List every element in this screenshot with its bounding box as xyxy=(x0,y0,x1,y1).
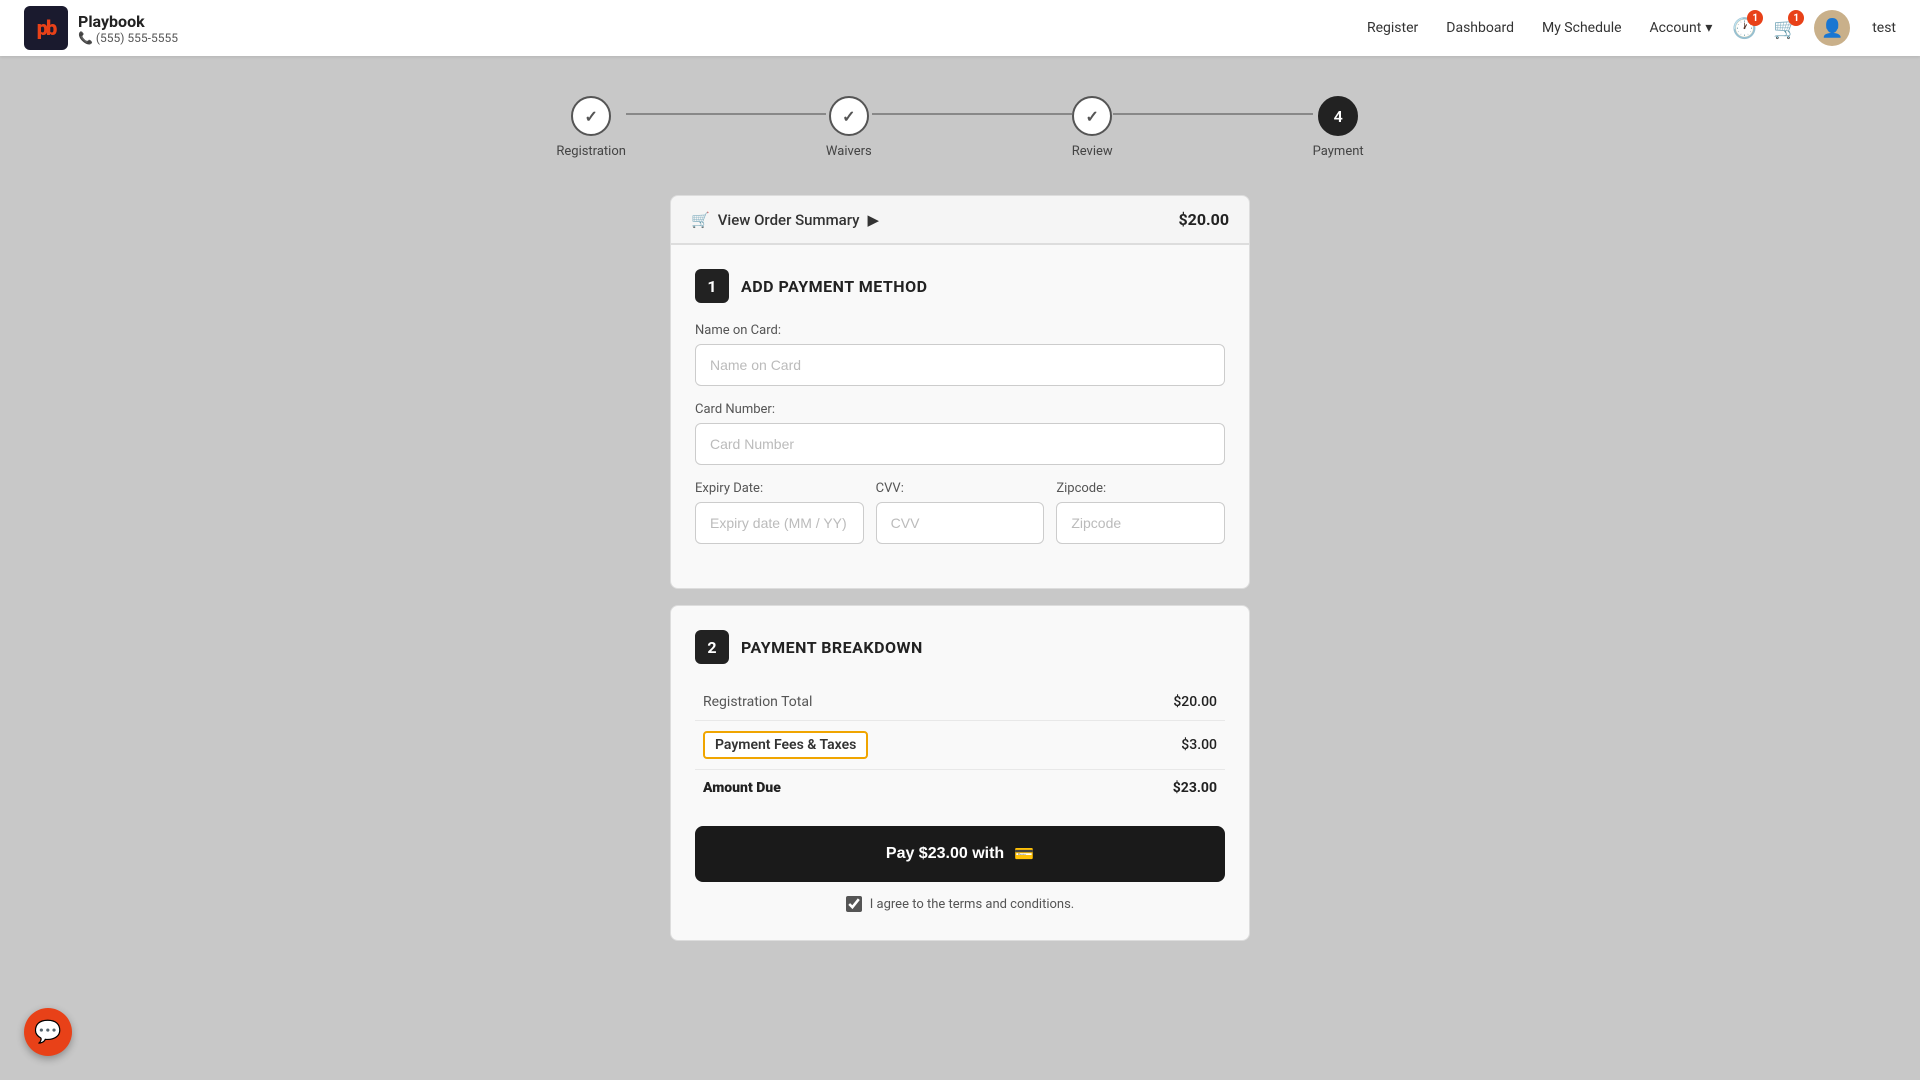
step-circle-waivers: ✓ xyxy=(829,96,869,136)
zipcode-label: Zipcode: xyxy=(1056,481,1225,496)
step-label-registration: Registration xyxy=(556,144,626,159)
order-total-amount: $20.00 xyxy=(1178,210,1229,229)
terms-label: I agree to the terms and conditions. xyxy=(870,897,1074,912)
avatar[interactable]: 👤 xyxy=(1814,10,1850,46)
logo-area: pb Playbook 📞 (555) 555-5555 xyxy=(24,6,178,50)
expiry-input[interactable] xyxy=(695,502,864,544)
step-review: ✓ Review xyxy=(1072,96,1113,159)
page-background: ✓ Registration ✓ Waivers ✓ Review 4 Paym… xyxy=(0,56,1920,1080)
chat-button[interactable]: 💬 xyxy=(24,1008,72,1056)
step-registration: ✓ Registration xyxy=(556,96,626,159)
payment-method-section: 1 ADD PAYMENT METHOD Name on Card: Card … xyxy=(670,244,1250,589)
table-row-amount-due: Amount Due $23.00 xyxy=(695,770,1225,807)
header: pb Playbook 📞 (555) 555-5555 Register Da… xyxy=(0,0,1920,56)
breakdown-label-due: Amount Due xyxy=(695,770,1093,807)
step-circle-review: ✓ xyxy=(1072,96,1112,136)
payment-method-title: ADD PAYMENT METHOD xyxy=(741,277,928,296)
notifications-badge: 1 xyxy=(1747,10,1763,26)
pay-button-label: Pay $23.00 with xyxy=(886,845,1004,863)
expiry-group: Expiry Date: xyxy=(695,481,864,544)
cart-badge: 1 xyxy=(1788,10,1804,26)
brand-info: Playbook 📞 (555) 555-5555 xyxy=(78,12,178,45)
brand-name: Playbook xyxy=(78,12,178,31)
name-on-card-input[interactable] xyxy=(695,344,1225,386)
step-line-3 xyxy=(1113,113,1313,115)
payment-breakdown-header: 2 PAYMENT BREAKDOWN xyxy=(695,630,1225,664)
step-waivers: ✓ Waivers xyxy=(826,96,872,159)
chat-icon: 💬 xyxy=(34,1020,61,1045)
step-label-payment: Payment xyxy=(1313,144,1364,159)
breakdown-value-due: $23.00 xyxy=(1093,770,1225,807)
order-summary-label: View Order Summary xyxy=(718,211,860,229)
nav-dashboard[interactable]: Dashboard xyxy=(1446,20,1514,36)
step-label-waivers: Waivers xyxy=(826,144,872,159)
pay-button[interactable]: Pay $23.00 with 💳 xyxy=(695,826,1225,882)
user-name: test xyxy=(1872,20,1896,36)
card-number-label: Card Number: xyxy=(695,402,1225,417)
payment-method-header: 1 ADD PAYMENT METHOD xyxy=(695,269,1225,303)
breakdown-label-fees: Payment Fees & Taxes xyxy=(695,721,1093,770)
nav-account[interactable]: Account ▾ xyxy=(1650,20,1713,36)
header-icons: 🕐 1 🛒 1 👤 test xyxy=(1732,10,1896,46)
terms-row: I agree to the terms and conditions. xyxy=(695,896,1225,912)
cvv-group: CVV: xyxy=(876,481,1045,544)
table-row: Registration Total $20.00 xyxy=(695,684,1225,721)
nav: Register Dashboard My Schedule Account ▾ xyxy=(1367,20,1712,36)
phone-number: 📞 (555) 555-5555 xyxy=(78,31,178,45)
step-line-1 xyxy=(626,113,826,115)
payment-breakdown-title: PAYMENT BREAKDOWN xyxy=(741,638,923,657)
content-wrapper: 🛒 View Order Summary ▶ $20.00 1 ADD PAYM… xyxy=(670,195,1250,941)
card-details-row: Expiry Date: CVV: Zipcode: xyxy=(695,481,1225,560)
nav-my-schedule[interactable]: My Schedule xyxy=(1542,20,1622,36)
section-number-1: 1 xyxy=(695,269,729,303)
cvv-input[interactable] xyxy=(876,502,1045,544)
step-label-review: Review xyxy=(1072,144,1113,159)
terms-checkbox[interactable] xyxy=(846,896,862,912)
breakdown-value-fees: $3.00 xyxy=(1093,721,1225,770)
payment-breakdown-section: 2 PAYMENT BREAKDOWN Registration Total $… xyxy=(670,605,1250,941)
notifications-icon[interactable]: 🕐 1 xyxy=(1732,16,1757,40)
section-number-2: 2 xyxy=(695,630,729,664)
cart-icon[interactable]: 🛒 1 xyxy=(1773,16,1798,40)
step-line-2 xyxy=(872,113,1072,115)
breakdown-value-registration: $20.00 xyxy=(1093,684,1225,721)
logo-icon: pb xyxy=(24,6,68,50)
step-circle-registration: ✓ xyxy=(571,96,611,136)
expiry-label: Expiry Date: xyxy=(695,481,864,496)
pay-card-icon: 💳 xyxy=(1014,844,1034,864)
breakdown-label-registration: Registration Total xyxy=(695,684,1093,721)
name-on-card-group: Name on Card: xyxy=(695,323,1225,386)
zipcode-input[interactable] xyxy=(1056,502,1225,544)
order-summary-chevron: ▶ xyxy=(868,211,880,229)
step-circle-payment: 4 xyxy=(1318,96,1358,136)
table-row: Payment Fees & Taxes $3.00 xyxy=(695,721,1225,770)
breakdown-table: Registration Total $20.00 Payment Fees &… xyxy=(695,684,1225,806)
name-on-card-label: Name on Card: xyxy=(695,323,1225,338)
card-number-input[interactable] xyxy=(695,423,1225,465)
zipcode-group: Zipcode: xyxy=(1056,481,1225,544)
nav-register[interactable]: Register xyxy=(1367,20,1418,36)
cvv-label: CVV: xyxy=(876,481,1045,496)
cart-summary-icon: 🛒 xyxy=(691,211,710,229)
order-summary-bar[interactable]: 🛒 View Order Summary ▶ $20.00 xyxy=(670,195,1250,244)
step-payment: 4 Payment xyxy=(1313,96,1364,159)
stepper: ✓ Registration ✓ Waivers ✓ Review 4 Paym… xyxy=(0,96,1920,159)
order-summary-left: 🛒 View Order Summary ▶ xyxy=(691,211,879,229)
card-number-group: Card Number: xyxy=(695,402,1225,465)
